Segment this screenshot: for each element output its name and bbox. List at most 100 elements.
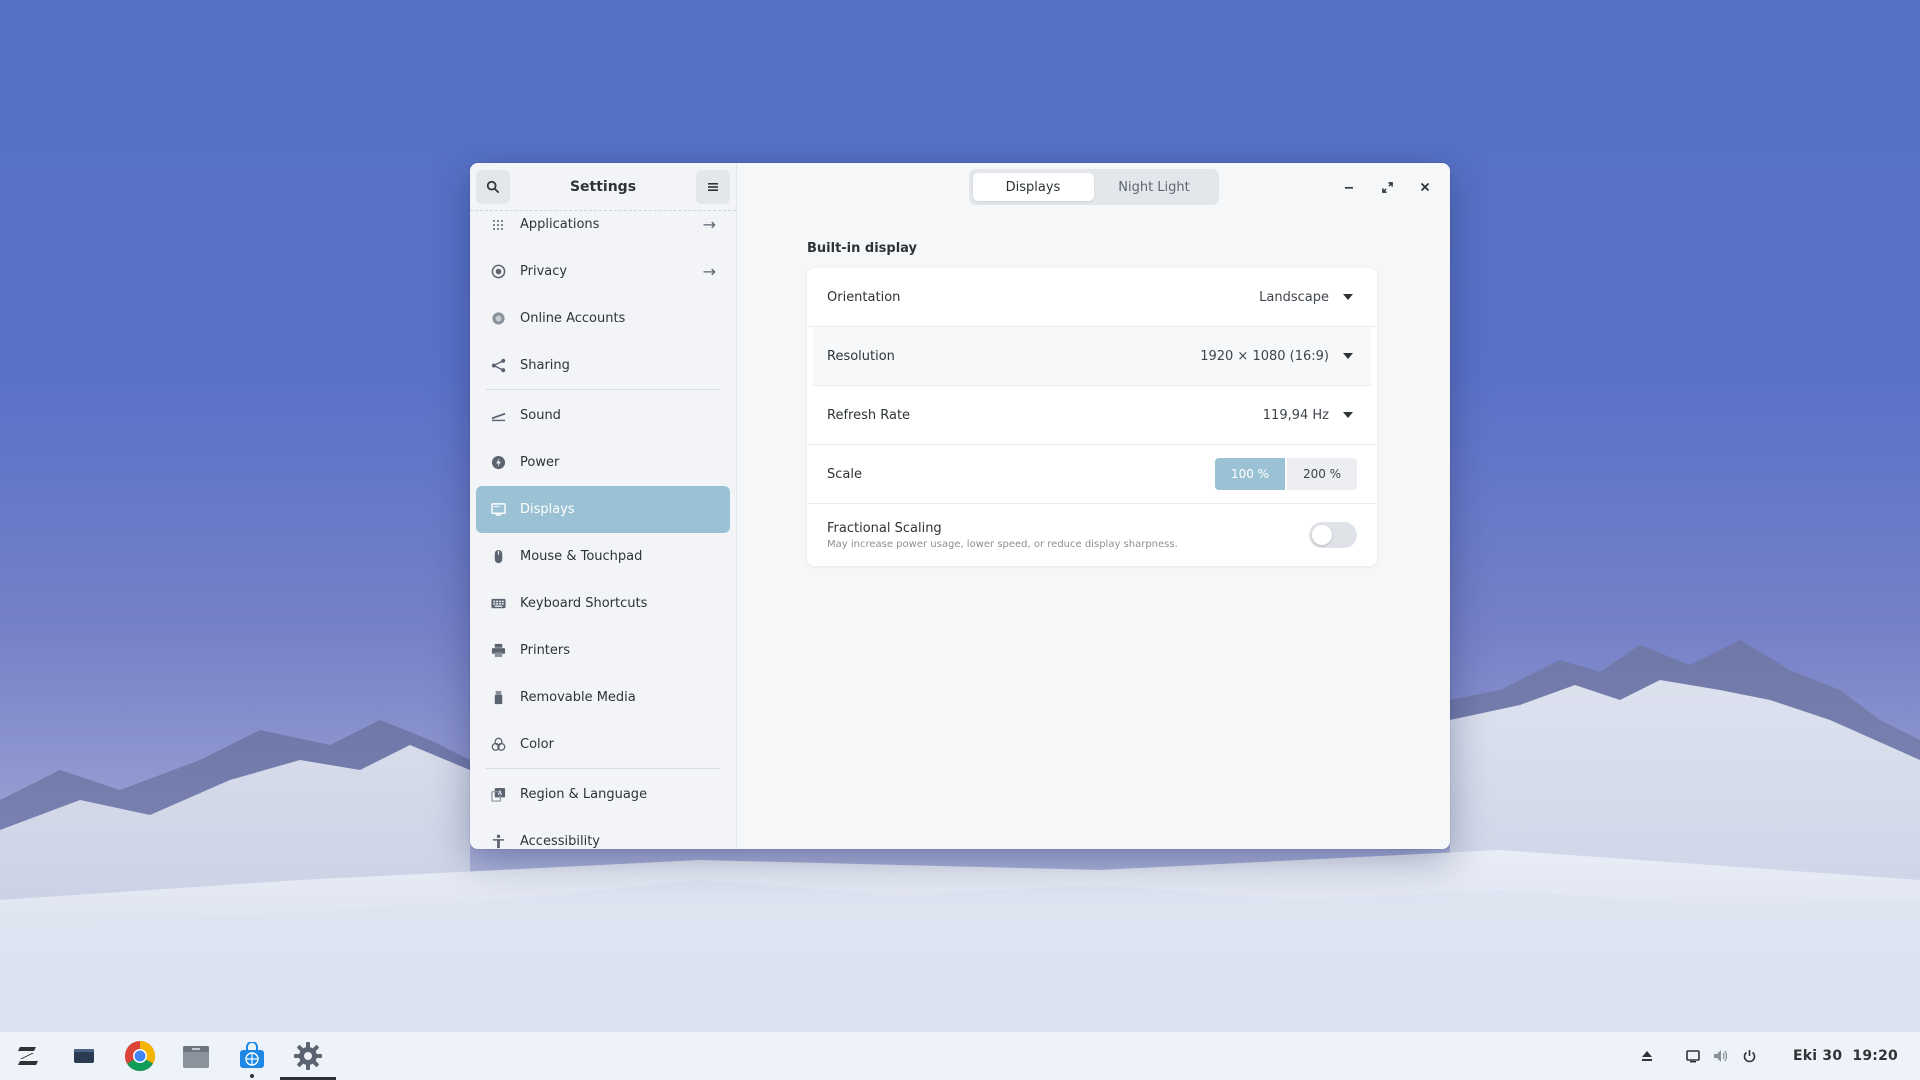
- taskbar: Eki 30 19:20: [0, 1032, 1920, 1080]
- sidebar-item-power[interactable]: Power: [476, 439, 730, 486]
- sidebar-item-accessibility[interactable]: Accessibility: [476, 818, 730, 849]
- share-icon: [490, 358, 506, 374]
- apps-grid-icon: [490, 217, 506, 233]
- arrow-right-icon: →: [702, 215, 716, 234]
- screen-button[interactable]: [1679, 1032, 1707, 1080]
- display-icon: [490, 502, 506, 518]
- eject-button[interactable]: [1633, 1032, 1661, 1080]
- maximize-button[interactable]: [1372, 172, 1402, 202]
- mouse-icon: [490, 549, 506, 565]
- sidebar-item-displays[interactable]: Displays: [476, 486, 730, 533]
- search-button[interactable]: [476, 169, 510, 204]
- sidebar-list: Applications → Privacy → Online Accounts…: [470, 201, 736, 849]
- eject-icon: [1642, 1051, 1653, 1061]
- chrome-button[interactable]: [112, 1032, 168, 1080]
- resolution-label: Resolution: [827, 348, 895, 364]
- files-button[interactable]: [168, 1032, 224, 1080]
- sidebar-item-mouse-touchpad[interactable]: Mouse & Touchpad: [476, 533, 730, 580]
- sidebar-item-label: Sharing: [520, 358, 570, 373]
- accessibility-icon: [490, 834, 506, 850]
- chevron-down-icon: [1343, 294, 1353, 300]
- section-title: Built-in display: [807, 241, 918, 256]
- menu-button[interactable]: [696, 169, 730, 204]
- sidebar-item-label: Keyboard Shortcuts: [520, 596, 648, 611]
- clock[interactable]: Eki 30 19:20: [1793, 1048, 1898, 1064]
- header-bar: Displays Night Light: [737, 163, 1450, 211]
- search-icon: [486, 180, 500, 193]
- resolution-value: 1920 × 1080 (16:9): [1200, 348, 1329, 364]
- minimize-icon: [1345, 187, 1353, 189]
- sidebar-item-label: Displays: [520, 502, 575, 517]
- fractional-scaling-row: Fractional Scaling May increase power us…: [807, 504, 1377, 566]
- fractional-scaling-toggle[interactable]: [1309, 522, 1357, 548]
- chevron-down-icon: [1343, 412, 1353, 418]
- hamburger-icon: [708, 182, 718, 191]
- scale-100-button[interactable]: 100 %: [1215, 458, 1285, 490]
- clock-time: 19:20: [1852, 1048, 1898, 1064]
- refresh-rate-row[interactable]: Refresh Rate 119,94 Hz: [807, 386, 1377, 445]
- clock-date: Eki 30: [1793, 1048, 1843, 1064]
- sidebar-item-label: Privacy: [520, 264, 568, 279]
- fractional-scaling-text: Fractional Scaling May increase power us…: [827, 521, 1309, 550]
- volume-button[interactable]: [1707, 1032, 1735, 1080]
- fractional-scaling-description: May increase power usage, lower speed, o…: [827, 538, 1178, 550]
- sidebar-item-label: Sound: [520, 408, 561, 423]
- sidebar-separator: [486, 768, 720, 769]
- view-switcher: Displays Night Light: [968, 169, 1219, 205]
- svg-text:A: A: [497, 789, 502, 797]
- system-tray: Eki 30 19:20: [1633, 1032, 1920, 1080]
- display-settings-card: Orientation Landscape Resolution 1920 × …: [807, 268, 1377, 566]
- settings-app-button[interactable]: [280, 1032, 336, 1080]
- language-icon: A: [490, 787, 506, 803]
- workspaces-icon: [74, 1049, 94, 1063]
- sidebar-item-label: Accessibility: [520, 834, 600, 849]
- resolution-row[interactable]: Resolution 1920 × 1080 (16:9): [813, 327, 1371, 386]
- orientation-label: Orientation: [827, 289, 901, 305]
- sidebar-item-online-accounts[interactable]: Online Accounts: [476, 295, 730, 342]
- toggle-knob: [1312, 525, 1332, 545]
- workspaces-button[interactable]: [56, 1032, 112, 1080]
- close-button[interactable]: [1410, 172, 1440, 202]
- scale-options: 100 % 200 %: [1215, 458, 1357, 490]
- sidebar-item-label: Region & Language: [520, 787, 648, 802]
- settings-gear-icon: [294, 1042, 322, 1070]
- tab-displays[interactable]: Displays: [972, 173, 1094, 201]
- sidebar-item-sound[interactable]: Sound: [476, 392, 730, 439]
- display-settings: Built-in display Orientation Landscape R…: [807, 241, 1377, 566]
- tab-night-light[interactable]: Night Light: [1094, 173, 1215, 201]
- sidebar-item-label: Power: [520, 455, 560, 470]
- orientation-value: Landscape: [1259, 289, 1329, 305]
- refresh-rate-value: 119,94 Hz: [1262, 407, 1329, 423]
- zorin-menu-button[interactable]: [0, 1032, 56, 1080]
- power-off-icon: [1743, 1050, 1755, 1063]
- refresh-rate-label: Refresh Rate: [827, 407, 911, 423]
- privacy-icon: [490, 264, 506, 280]
- keyboard-icon: [490, 596, 506, 612]
- printer-icon: [490, 643, 506, 659]
- scale-row: Scale 100 % 200 %: [807, 445, 1377, 504]
- maximize-icon: [1381, 181, 1393, 193]
- sidebar-item-region-language[interactable]: A Region & Language: [476, 771, 730, 818]
- sidebar-separator: [486, 389, 720, 390]
- window-controls: [1334, 172, 1440, 202]
- scale-label: Scale: [827, 466, 862, 482]
- chevron-down-icon: [1343, 353, 1353, 359]
- sidebar-item-printers[interactable]: Printers: [476, 627, 730, 674]
- minimize-button[interactable]: [1334, 172, 1364, 202]
- orientation-row[interactable]: Orientation Landscape: [807, 268, 1377, 327]
- display-tray-icon: [1686, 1049, 1700, 1062]
- scale-200-button[interactable]: 200 %: [1287, 458, 1357, 490]
- sidebar-item-privacy[interactable]: Privacy →: [476, 248, 730, 295]
- sidebar-item-removable-media[interactable]: Removable Media: [476, 674, 730, 721]
- sound-icon: [490, 408, 506, 424]
- sidebar-item-keyboard-shortcuts[interactable]: Keyboard Shortcuts: [476, 580, 730, 627]
- power-icon: [490, 455, 506, 471]
- close-icon: [1420, 182, 1430, 192]
- sidebar-item-sharing[interactable]: Sharing: [476, 342, 730, 389]
- software-store-button[interactable]: [224, 1032, 280, 1080]
- volume-icon: [1714, 1050, 1728, 1062]
- files-icon: [183, 1046, 209, 1068]
- zorin-menu-icon: [18, 1047, 38, 1065]
- sidebar-item-color[interactable]: Color: [476, 721, 730, 768]
- power-menu-button[interactable]: [1735, 1032, 1763, 1080]
